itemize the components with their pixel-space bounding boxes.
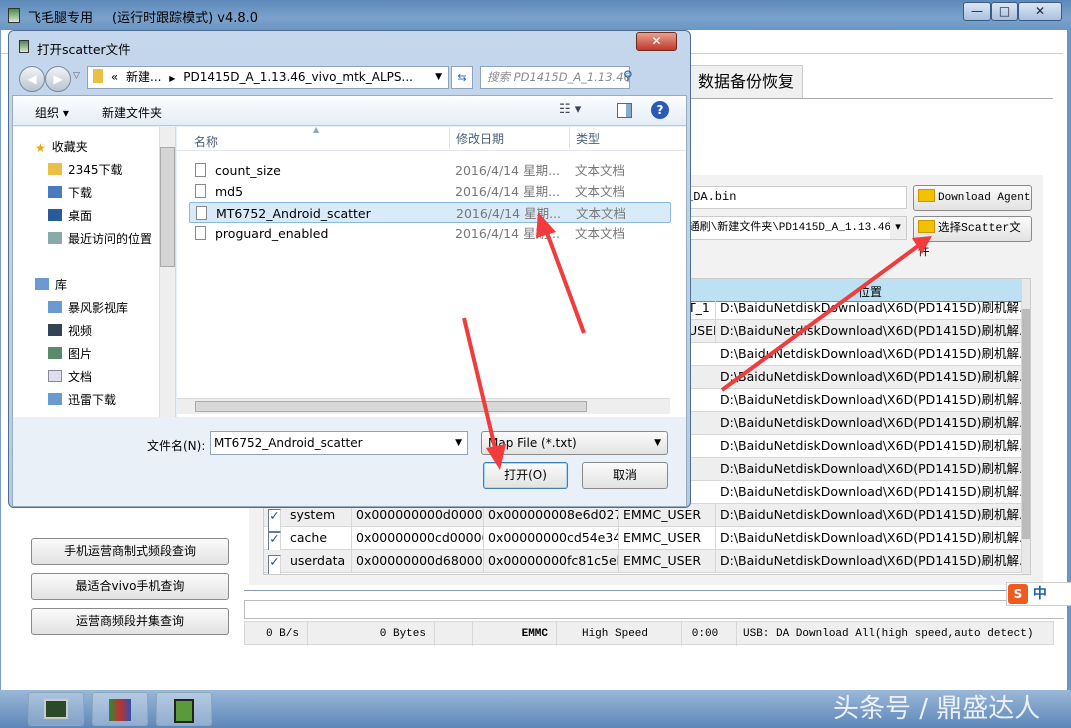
arrow-head-icon — [912, 236, 932, 254]
arrow-to-scatter-file — [544, 229, 586, 334]
arrow-to-select-scatter — [720, 244, 920, 392]
archive-icon — [109, 699, 131, 721]
taskbar-app-terminal[interactable] — [28, 692, 84, 726]
annotation-arrows — [462, 212, 932, 470]
arrow-to-open-button — [462, 317, 498, 453]
taskbar-app-flashtool[interactable] — [156, 692, 212, 726]
taskbar-app-winrar[interactable] — [92, 692, 148, 726]
android-icon — [174, 699, 194, 723]
monitor-icon — [44, 699, 68, 719]
taskbar: 头条号 / 鼎盛达人 — [0, 690, 1071, 728]
watermark: 头条号 / 鼎盛达人 — [833, 694, 1041, 724]
arrow-head-icon — [536, 212, 556, 238]
arrow-head-icon — [486, 444, 506, 470]
